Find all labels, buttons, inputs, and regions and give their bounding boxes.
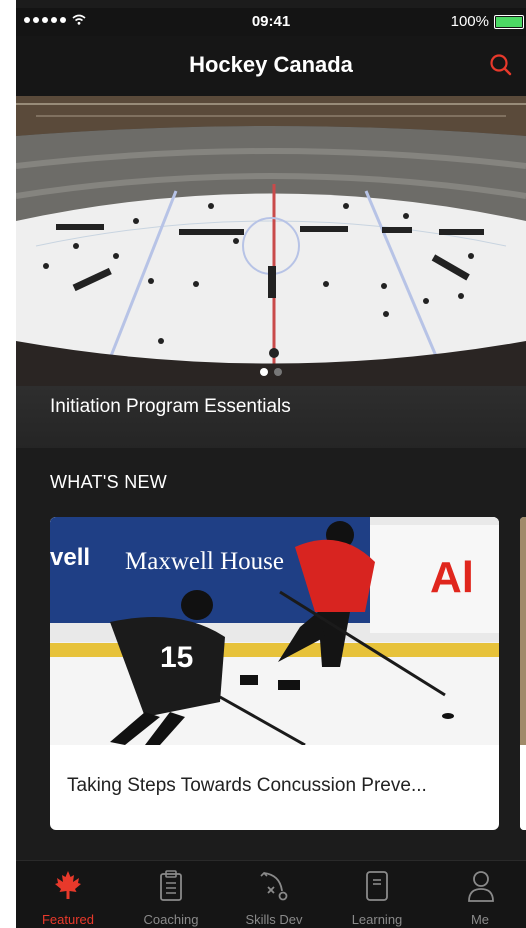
notebook-icon: [366, 871, 388, 901]
battery-icon: [494, 14, 524, 29]
tab-label: Learning: [351, 912, 403, 927]
banner-partial-right: Al: [430, 553, 474, 602]
tab-label: Coaching: [143, 912, 199, 927]
status-bar: 09:41 100%: [16, 8, 526, 36]
search-icon: [490, 54, 512, 76]
banner-brand: Maxwell House: [125, 548, 284, 575]
hero-caption-bar: Initiation Program Essentials: [16, 386, 526, 448]
tab-skills-dev[interactable]: Skills Dev: [224, 861, 324, 928]
battery-percent: 100%: [450, 13, 489, 30]
tab-me[interactable]: Me: [430, 861, 526, 928]
next-card-peek[interactable]: [520, 517, 526, 830]
search-button[interactable]: [486, 50, 516, 80]
hero-caption: Initiation Program Essentials: [50, 396, 291, 417]
page-dot-active: [260, 368, 268, 376]
battery-status: 100%: [451, 13, 524, 30]
tab-featured[interactable]: Featured: [18, 861, 118, 928]
status-time: 09:41: [251, 13, 291, 30]
card-title: Taking Steps Towards Concussion Preve...: [67, 775, 427, 796]
app-screen: 09:41 100% Hockey Canada Initiation Prog…: [16, 0, 526, 928]
hero-image: [16, 96, 526, 386]
page-title: Hockey Canada: [189, 52, 353, 77]
person-icon: [468, 871, 494, 902]
tab-learning[interactable]: Learning: [327, 861, 427, 928]
player-number: 15: [160, 641, 193, 674]
tab-label: Featured: [41, 912, 95, 927]
tab-coaching[interactable]: Coaching: [121, 861, 221, 928]
card-image: Al vell Maxwell House 15: [50, 517, 499, 745]
tab-label: Skills Dev: [245, 912, 303, 927]
maple-leaf-icon: [55, 871, 81, 899]
next-card-image: [520, 517, 526, 830]
section-title: WHAT'S NEW: [50, 472, 168, 492]
hero-banner[interactable]: Initiation Program Essentials: [16, 96, 526, 448]
page-indicator: [16, 368, 526, 376]
tab-label: Me: [470, 912, 490, 927]
tab-bar: Featured Coaching Skills Dev Learning Me: [16, 860, 526, 928]
news-card[interactable]: Al vell Maxwell House 15 Taking Steps To…: [50, 517, 499, 830]
navigation-bar: Hockey Canada: [16, 36, 526, 96]
banner-partial-left: vell: [50, 544, 90, 571]
clipboard-icon: [160, 870, 182, 901]
page-dot: [274, 368, 282, 376]
play-diagram-icon: [260, 871, 288, 901]
